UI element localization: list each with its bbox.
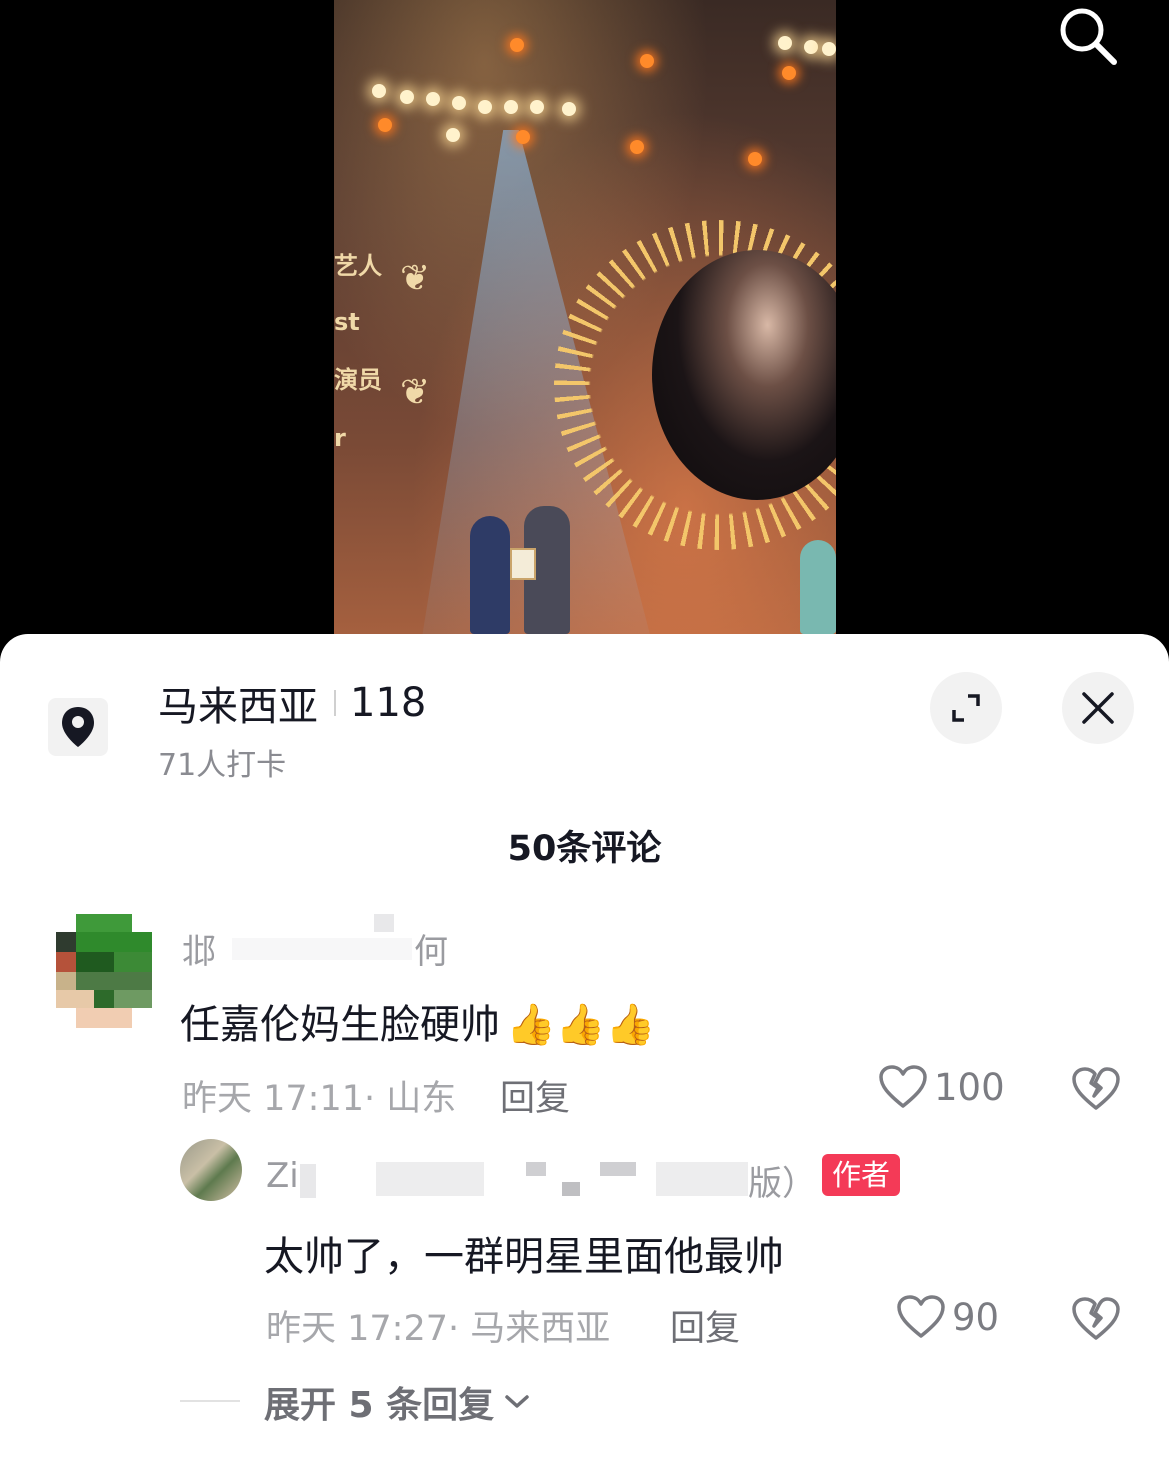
broken-heart-icon	[1072, 1067, 1120, 1110]
redacted-username	[300, 1164, 316, 1198]
dislike-button[interactable]	[1072, 1296, 1120, 1346]
award-text: 演员	[334, 366, 382, 394]
expand-replies-label: 展开 5 条回复	[264, 1385, 495, 1426]
laurel-icon: ❦	[400, 372, 431, 413]
reply-meta: 昨天 17:27· 马来西亚	[266, 1309, 611, 1349]
author-badge: 作者	[822, 1154, 901, 1196]
reply-button[interactable]: 回复	[500, 1070, 570, 1121]
location-title[interactable]: 马来西亚 118	[158, 674, 426, 732]
chevron-down-icon	[505, 1395, 529, 1408]
laurel-icon: ❦	[400, 258, 431, 299]
stage-light	[778, 36, 792, 50]
stage-light	[562, 102, 576, 116]
comments-sheet: 马来西亚 118 71人打卡 50条评论 邶 何 任嘉伦妈生脸硬帅 👍👍👍 昨天…	[0, 634, 1169, 1476]
redacted-username	[374, 914, 394, 932]
reply-avatar[interactable]	[180, 1139, 242, 1201]
like-count: 90	[952, 1295, 1000, 1339]
stage-light	[804, 40, 818, 54]
comment-username[interactable]: 邶	[182, 924, 216, 973]
stage-light	[510, 38, 524, 52]
username-part: 邶	[182, 932, 216, 972]
stage-light	[822, 42, 836, 56]
award-text: r	[334, 424, 346, 452]
stage-light	[782, 66, 796, 80]
close-icon	[1082, 692, 1114, 724]
dislike-button[interactable]	[1072, 1066, 1120, 1116]
comment-username-end: 何	[414, 932, 448, 972]
broken-heart-icon	[1072, 1297, 1120, 1340]
award-text: st	[334, 308, 360, 336]
reply-username-end: 版）	[748, 1164, 816, 1204]
separator	[334, 690, 336, 716]
stage-light	[426, 92, 440, 106]
stage-light	[372, 84, 386, 98]
redacted-username	[600, 1162, 636, 1176]
redacted-username	[232, 938, 412, 960]
expand-icon	[952, 694, 980, 722]
location-checkins: 71人打卡	[158, 748, 287, 783]
location-name: 马来西亚	[158, 684, 318, 730]
close-button[interactable]	[1062, 672, 1134, 744]
stage-light	[478, 100, 492, 114]
redacted-username	[656, 1162, 748, 1196]
search-button[interactable]	[1054, 4, 1124, 68]
search-icon	[1060, 8, 1117, 65]
location-pin-icon	[62, 707, 94, 747]
stage-light	[630, 140, 644, 154]
comment-text: 任嘉伦妈生脸硬帅 👍👍👍	[180, 992, 655, 1050]
comment-body: 任嘉伦妈生脸硬帅	[180, 1002, 500, 1048]
redacted-username	[562, 1182, 580, 1196]
host-figure	[800, 540, 836, 634]
heart-icon	[879, 1065, 927, 1108]
video-area[interactable]: 艺人 st 演员 r ❦ ❦	[0, 0, 1169, 660]
stage-light	[452, 96, 466, 110]
expand-replies-button[interactable]: 展开 5 条回复	[264, 1376, 530, 1428]
reply-username[interactable]: Zi	[266, 1156, 299, 1196]
stage-light	[400, 90, 414, 104]
comment-count: 50条评论	[507, 829, 662, 869]
avatar[interactable]	[56, 914, 152, 1028]
stage-light	[504, 100, 518, 114]
like-count: 100	[934, 1065, 1005, 1109]
heart-icon	[897, 1295, 945, 1338]
certificate	[510, 548, 536, 580]
reply-text: 太帅了，一群明星里面他最帅	[264, 1234, 784, 1280]
stage-light	[640, 54, 654, 68]
reply-button[interactable]: 回复	[670, 1300, 740, 1351]
location-count: 118	[350, 680, 427, 726]
stage-light	[530, 100, 544, 114]
thumbs-up-emoji: 👍👍👍	[506, 1002, 656, 1048]
like-button[interactable]: 90	[896, 1294, 999, 1340]
expand-divider	[180, 1400, 240, 1402]
video-frame[interactable]: 艺人 st 演员 r ❦ ❦	[334, 0, 836, 634]
stage-light	[378, 118, 392, 132]
stage-light	[516, 130, 530, 144]
comment-meta: 昨天 17:11· 山东	[182, 1079, 457, 1119]
stage-light	[446, 128, 460, 142]
location-icon-box[interactable]	[48, 698, 108, 756]
expand-button[interactable]	[930, 672, 1002, 744]
stage-light	[748, 152, 762, 166]
presenter-figure	[470, 516, 510, 634]
like-button[interactable]: 100	[878, 1064, 1005, 1110]
award-text: 艺人	[334, 252, 382, 280]
redacted-username	[376, 1162, 484, 1196]
redacted-username	[526, 1162, 546, 1176]
